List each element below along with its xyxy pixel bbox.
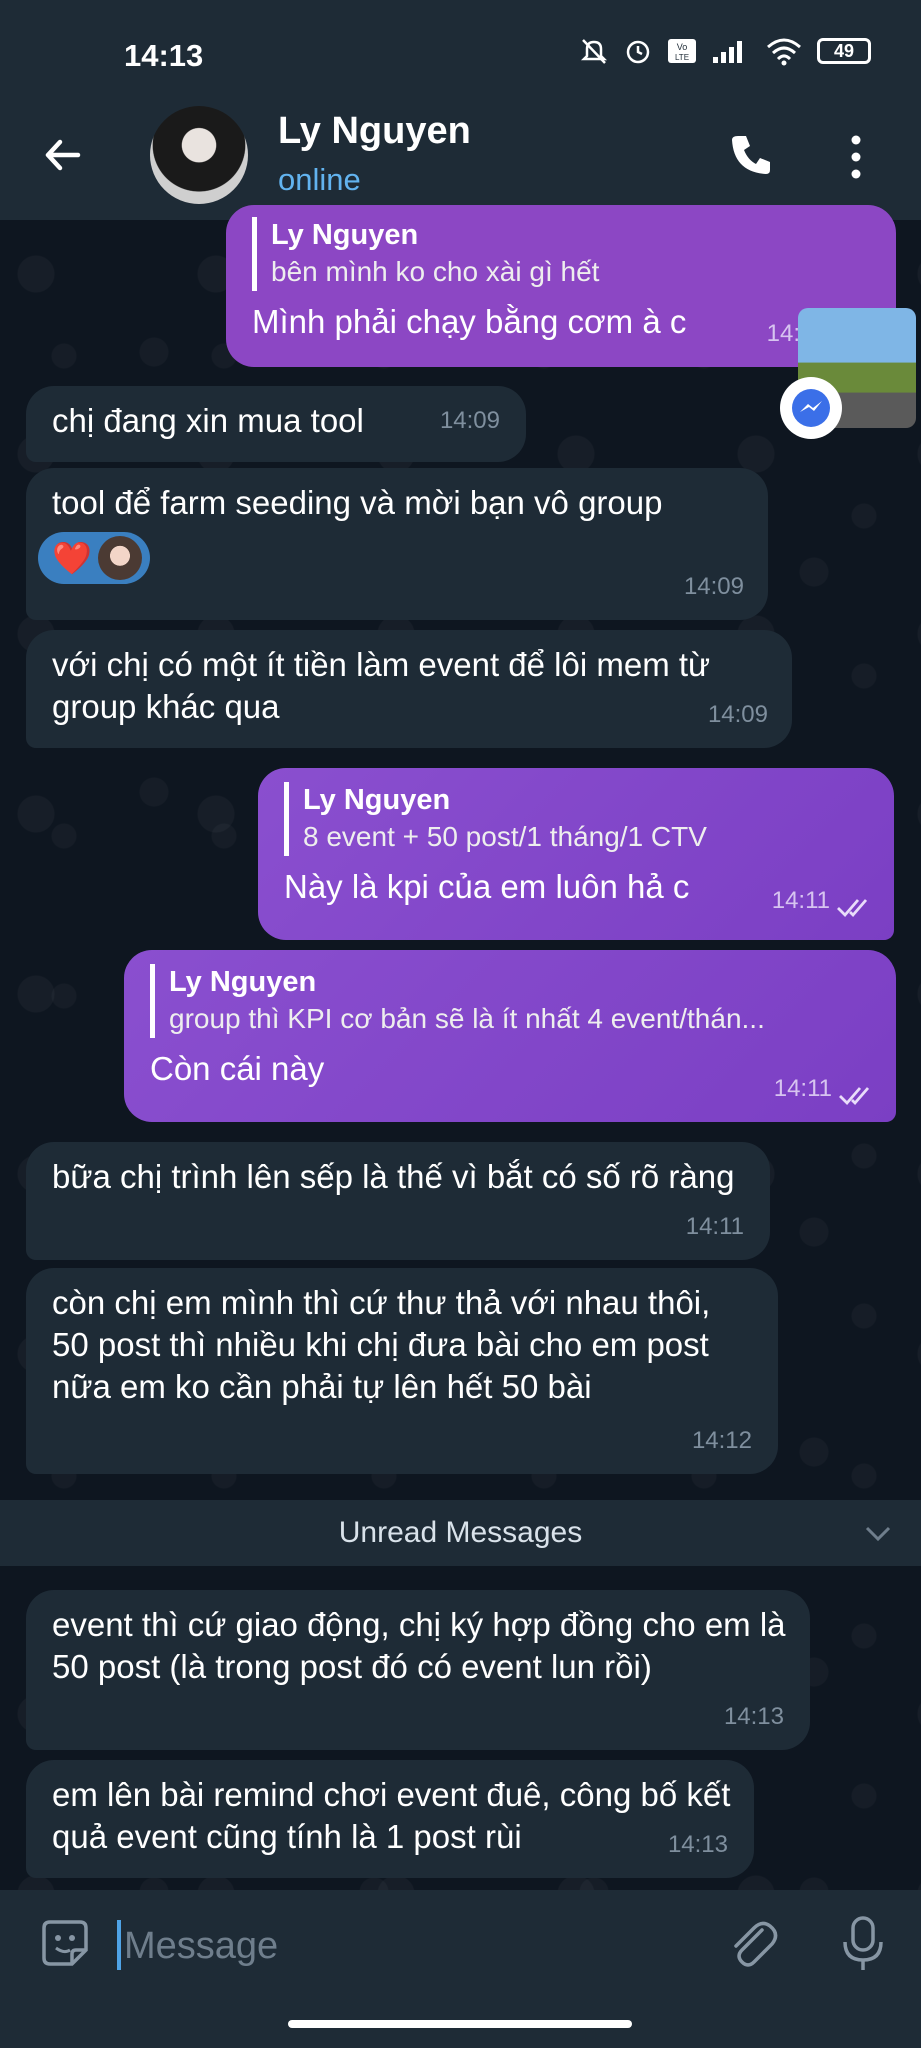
reply-text: group thì KPI cơ bản sẽ là ít nhất 4 eve… [169,1003,765,1034]
message-text: tool để farm seeding và mời bạn vô group [52,484,663,521]
reply-quote[interactable]: Ly Nguyen group thì KPI cơ bản sẽ là ít … [150,964,870,1038]
wifi-icon [767,38,801,66]
message-text: event thì cứ giao động, chị ký hợp đồng … [52,1606,786,1685]
message-text: em lên bài remind chơi event đuê, công b… [52,1776,731,1855]
status-icons: Vo LTE 49 [579,36,871,66]
message-incoming[interactable]: chị đang xin mua tool 14:09 [26,386,526,462]
message-input[interactable] [122,1918,686,1974]
signal-icon [713,41,742,63]
status-time: 14:13 [124,38,204,73]
message-text: chị đang xin mua tool [52,402,364,439]
avatar[interactable] [150,106,248,204]
paperclip-icon[interactable] [724,1916,780,1972]
contact-status: online [278,162,361,197]
message-time: 14:09 [683,573,744,600]
message-time: 14: [766,320,800,347]
unread-label: Unread Messages [338,1516,583,1549]
home-indicator[interactable] [288,2020,632,2028]
volte-icon: VoLTE [668,39,696,63]
message-text: còn chị em mình thì cứ thư thả với nhau … [52,1284,711,1405]
message-time: 14:11 [771,887,830,914]
back-arrow-icon[interactable] [38,130,88,180]
reactor-avatar [97,536,142,580]
message-outgoing[interactable]: Ly Nguyen group thì KPI cơ bản sẽ là ít … [124,950,896,1122]
message-incoming[interactable]: tool để farm seeding và mời bạn vô group… [26,468,768,620]
double-check-icon [839,1087,870,1106]
svg-text:Vo: Vo [677,42,688,52]
message-text: bữa chị trình lên sếp là thế vì bắt có s… [52,1158,735,1195]
svg-text:LTE: LTE [675,53,689,62]
phone-icon[interactable] [726,130,776,180]
message-outgoing[interactable]: Ly Nguyen bên mình ko cho xài gì hết Mìn… [226,205,896,367]
chevron-down-icon[interactable] [863,1522,893,1544]
reaction-chip[interactable]: ❤️ [38,532,150,584]
unread-messages-divider: Unread Messages [0,1500,921,1566]
message-outgoing[interactable]: Ly Nguyen 8 event + 50 post/1 tháng/1 CT… [258,768,894,940]
mute-bell-icon [580,39,608,64]
battery-icon: 49 [817,38,871,64]
messenger-icon [780,377,842,439]
message-incoming[interactable]: với chị có một ít tiền làm event để lôi … [26,630,792,748]
double-check-icon [837,899,868,918]
reply-name: Ly Nguyen [271,219,419,251]
microphone-icon[interactable] [838,1914,888,1974]
message-incoming[interactable]: bữa chị trình lên sếp là thế vì bắt có s… [26,1142,770,1260]
message-text: với chị có một ít tiền làm event để lôi … [52,646,711,725]
reply-quote[interactable]: Ly Nguyen bên mình ko cho xài gì hết [252,217,870,291]
message-time: 14:09 [707,701,768,728]
message-incoming[interactable]: event thì cứ giao động, chị ký hợp đồng … [26,1590,810,1750]
message-time: 14:11 [773,1075,832,1102]
message-incoming[interactable]: còn chị em mình thì cứ thư thả với nhau … [26,1268,778,1474]
message-time: 14:11 [685,1213,744,1240]
reply-name: Ly Nguyen [303,784,451,816]
reply-name: Ly Nguyen [169,966,317,998]
message-time: 14:09 [439,407,500,434]
reply-text: bên mình ko cho xài gì hết [271,256,600,287]
message-incoming[interactable]: em lên bài remind chơi event đuê, công b… [26,1760,754,1878]
text-cursor [117,1920,121,1970]
heart-reaction-icon: ❤️ [52,540,92,576]
message-time: 14:13 [667,1831,728,1858]
message-input-bar [0,1890,921,2048]
alarm-icon [626,40,650,64]
reply-quote[interactable]: Ly Nguyen 8 event + 50 post/1 tháng/1 CT… [284,782,868,856]
message-time: 14:13 [723,1703,784,1730]
message-text: Còn cái này [150,1050,325,1087]
emoji-sticker-icon[interactable] [36,1914,94,1972]
message-time: 14:12 [691,1427,752,1454]
chat-header: Ly Nguyen online [0,90,921,220]
contact-name[interactable]: Ly Nguyen [278,110,471,153]
more-vertical-icon[interactable] [846,132,866,182]
reply-text: 8 event + 50 post/1 tháng/1 CTV [303,821,707,852]
